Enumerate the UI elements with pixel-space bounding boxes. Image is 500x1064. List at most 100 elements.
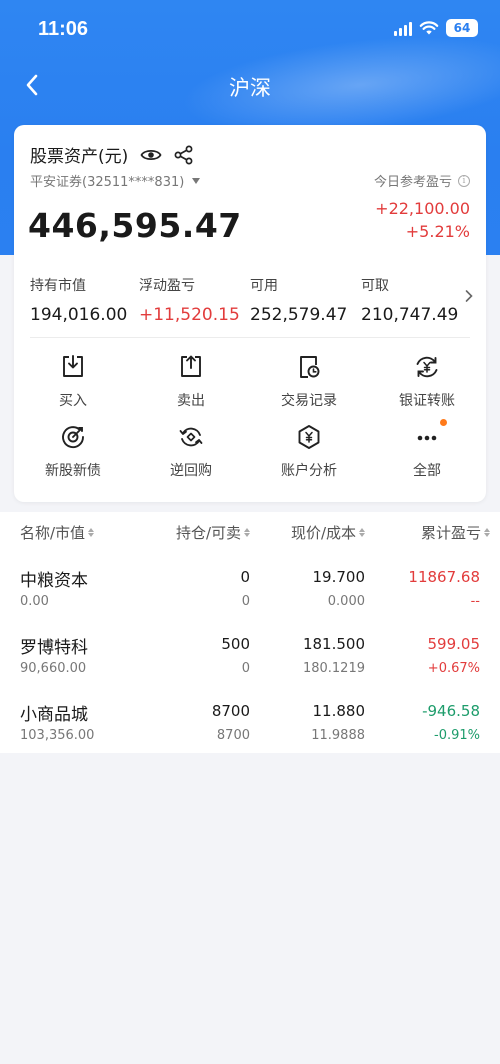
available: 8700 — [216, 728, 250, 743]
trade-record-icon — [295, 353, 323, 381]
header-label: 累计盈亏 — [420, 524, 481, 542]
ipo-icon — [59, 423, 87, 451]
action-label: 卖出 — [177, 393, 205, 409]
stat-floating-pnl: 浮动盈亏 +11,520.15 — [139, 275, 240, 325]
divider — [30, 337, 470, 338]
caret-down-icon — [192, 177, 201, 184]
stat-available: 可用 252,579.47 — [250, 275, 347, 325]
header-label: 持仓/可卖 — [175, 524, 241, 542]
status-icons: 64 — [394, 19, 478, 37]
action-all[interactable]: 全部 — [368, 419, 486, 483]
stat-market-value: 持有市值 194,016.00 — [30, 275, 127, 325]
sort-icon — [88, 528, 95, 537]
bank-transfer-icon — [413, 353, 441, 381]
asset-stats: 持有市值 194,016.00 浮动盈亏 +11,520.15 可用 252,5… — [30, 275, 475, 335]
nav-bar: 沪深 — [0, 62, 500, 108]
holding: 0 — [240, 568, 250, 586]
action-label: 逆回购 — [170, 463, 212, 479]
market-value: 0.00 — [20, 594, 49, 609]
action-sell[interactable]: 卖出 — [132, 353, 250, 413]
asset-card: 股票资产(元) 平安证券(32511****831) 今日参考盈亏 i 446,… — [14, 125, 486, 502]
action-reverse-repo[interactable]: 逆回购 — [132, 423, 250, 483]
today-pnl-amount: +22,100.00 — [375, 199, 470, 218]
available: 0 — [241, 594, 250, 609]
info-icon[interactable]: i — [458, 174, 470, 187]
stock-name: 中粮资本 — [20, 571, 88, 591]
today-pnl-percent: +5.21% — [405, 222, 470, 241]
stat-label: 可用 — [250, 278, 278, 294]
price: 181.500 — [302, 635, 365, 653]
page-title: 沪深 — [229, 76, 271, 100]
cumulative-pnl-percent: -- — [470, 594, 480, 609]
cumulative-pnl-percent: -0.91% — [434, 728, 480, 743]
action-label: 账户分析 — [281, 463, 337, 479]
ref-pnl-label-row: 今日参考盈亏 i — [374, 171, 470, 190]
sell-icon — [177, 353, 205, 381]
action-label: 全部 — [413, 463, 441, 479]
stat-value: 210,747.49 — [361, 305, 459, 325]
action-account-analysis[interactable]: 账户分析 — [250, 423, 368, 483]
action-trade-record[interactable]: 交易记录 — [250, 353, 368, 413]
action-label: 新股新债 — [45, 463, 101, 479]
stock-name: 罗博特科 — [20, 638, 88, 658]
buy-icon — [59, 353, 87, 381]
sort-icon — [484, 528, 490, 537]
eye-icon[interactable] — [140, 147, 162, 163]
action-buy[interactable]: 买入 — [14, 353, 132, 413]
sort-icon — [244, 528, 250, 537]
market-value: 103,356.00 — [20, 728, 95, 743]
cumulative-pnl: -946.58 — [422, 702, 480, 720]
header-label: 现价/成本 — [290, 524, 356, 542]
account-name: 平安证券(32511****831) — [30, 175, 185, 190]
stat-label: 可取 — [361, 278, 389, 294]
holding: 500 — [221, 635, 250, 653]
price: 11.880 — [312, 702, 366, 720]
cost: 0.000 — [327, 594, 365, 609]
market-value: 90,660.00 — [20, 661, 87, 676]
status-time: 11:06 — [38, 18, 89, 40]
holding: 8700 — [211, 702, 250, 720]
action-ipo[interactable]: 新股新债 — [14, 423, 132, 483]
header-name-value[interactable]: 名称/市值 — [20, 522, 95, 543]
chevron-right-icon[interactable] — [464, 289, 474, 303]
battery-icon: 64 — [446, 19, 478, 37]
action-bank-transfer[interactable]: 银证转账 — [368, 353, 486, 413]
ref-pnl-label: 今日参考盈亏 — [373, 175, 452, 190]
reverse-repo-icon — [177, 423, 205, 451]
action-label: 买入 — [59, 393, 87, 409]
table-header: 名称/市值 持仓/可卖 现价/成本 累计盈亏 — [0, 512, 500, 552]
stat-value: 252,579.47 — [250, 305, 348, 325]
card-title-row: 股票资产(元) — [30, 142, 194, 167]
available: 0 — [241, 661, 250, 676]
sort-icon — [359, 528, 365, 537]
cumulative-pnl: 11867.68 — [408, 568, 480, 586]
cost: 180.1219 — [302, 661, 365, 676]
signal-icon — [394, 20, 412, 36]
header-label: 名称/市值 — [20, 524, 86, 542]
cumulative-pnl: 599.05 — [427, 635, 481, 653]
cumulative-pnl-percent: +0.67% — [427, 661, 480, 676]
holdings-table: 名称/市值 持仓/可卖 现价/成本 累计盈亏 中粮资本 0.00 0 0 19.… — [0, 512, 500, 753]
cost: 11.9888 — [311, 728, 365, 743]
table-row[interactable]: 中粮资本 0.00 0 0 19.700 0.000 11867.68 -- — [0, 554, 500, 620]
action-label: 交易记录 — [281, 393, 337, 409]
stat-value: 194,016.00 — [30, 305, 128, 325]
table-row[interactable]: 小商品城 103,356.00 8700 8700 11.880 11.9888… — [0, 688, 500, 754]
table-row[interactable]: 罗博特科 90,660.00 500 0 181.500 180.1219 59… — [0, 621, 500, 687]
stat-withdrawable: 可取 210,747.49 — [361, 275, 458, 325]
header-holding-available[interactable]: 持仓/可卖 — [176, 522, 250, 543]
account-analysis-icon — [295, 423, 323, 451]
account-selector[interactable]: 平安证券(32511****831) — [30, 171, 201, 190]
wifi-icon — [419, 21, 439, 35]
header-cumulative-pnl[interactable]: 累计盈亏 — [421, 522, 490, 543]
notification-dot — [440, 419, 447, 426]
stock-name: 小商品城 — [20, 705, 88, 725]
stat-label: 浮动盈亏 — [139, 278, 195, 294]
header-price-cost[interactable]: 现价/成本 — [291, 522, 365, 543]
share-icon[interactable] — [174, 145, 194, 165]
status-bar: 11:06 64 — [0, 0, 500, 60]
price: 19.700 — [312, 568, 366, 586]
total-assets: 446,595.47 — [28, 206, 242, 245]
asset-title: 股票资产(元) — [30, 147, 129, 167]
more-icon — [413, 419, 447, 451]
